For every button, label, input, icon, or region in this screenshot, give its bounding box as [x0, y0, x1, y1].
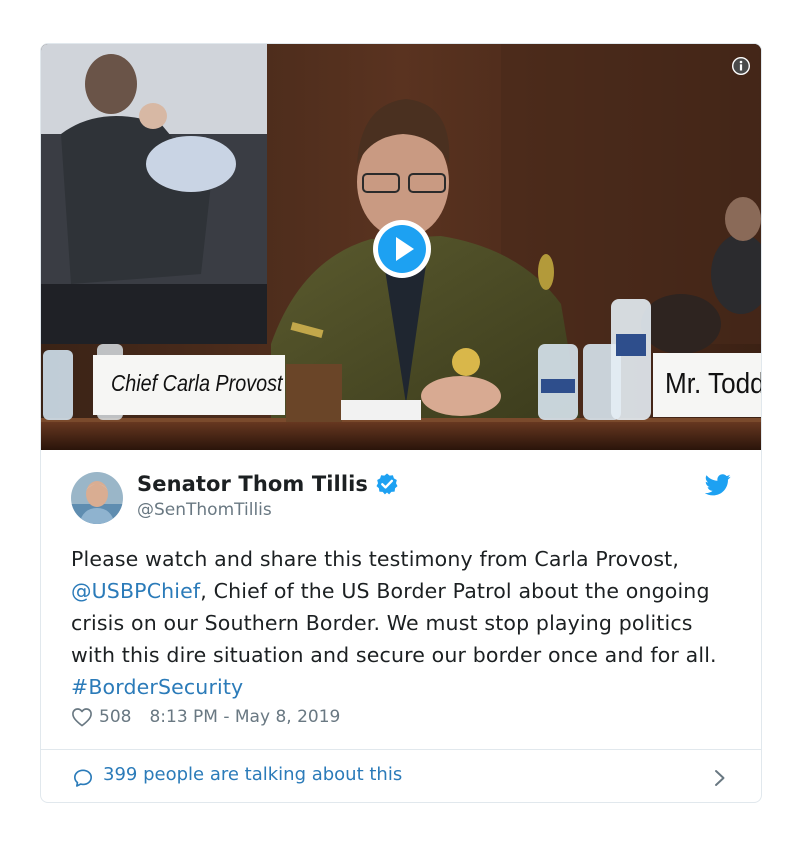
like-count[interactable]: 508	[99, 707, 131, 727]
verified-icon	[376, 473, 398, 495]
avatar[interactable]	[71, 472, 123, 524]
tweet-embed-card: Chief Carla Provost Mr. Todd Senator Tho…	[40, 43, 762, 803]
mention-link[interactable]: @USBPChief	[71, 579, 200, 603]
hashtag-link[interactable]: #BorderSecurity	[71, 675, 243, 699]
tweet-timestamp[interactable]: 8:13 PM - May 8, 2019	[149, 707, 340, 727]
tweet-meta: 508 8:13 PM - May 8, 2019	[71, 707, 340, 727]
info-icon[interactable]	[731, 56, 751, 76]
author-name-row: Senator Thom Tillis	[137, 472, 399, 496]
heart-icon[interactable]	[71, 707, 93, 727]
placard-left: Chief Carla Provost	[111, 370, 283, 396]
tweet-text: Please watch and share this testimony fr…	[71, 543, 731, 703]
author-handle[interactable]: @SenThomTillis	[137, 500, 272, 520]
tweet-text-part1: Please watch and share this testimony fr…	[71, 547, 680, 571]
video-player[interactable]: Chief Carla Provost Mr. Todd	[41, 44, 762, 450]
talking-about-label: 399 people are talking about this	[103, 764, 403, 785]
conversation-link[interactable]: 399 people are talking about this	[41, 750, 761, 802]
play-icon[interactable]	[372, 219, 432, 279]
chevron-right-icon	[715, 770, 725, 786]
twitter-bird-icon[interactable]	[705, 474, 731, 496]
author-display-name[interactable]: Senator Thom Tillis	[137, 472, 368, 496]
speech-bubble-icon	[74, 769, 92, 787]
placard-right: Mr. Todd	[665, 368, 762, 400]
